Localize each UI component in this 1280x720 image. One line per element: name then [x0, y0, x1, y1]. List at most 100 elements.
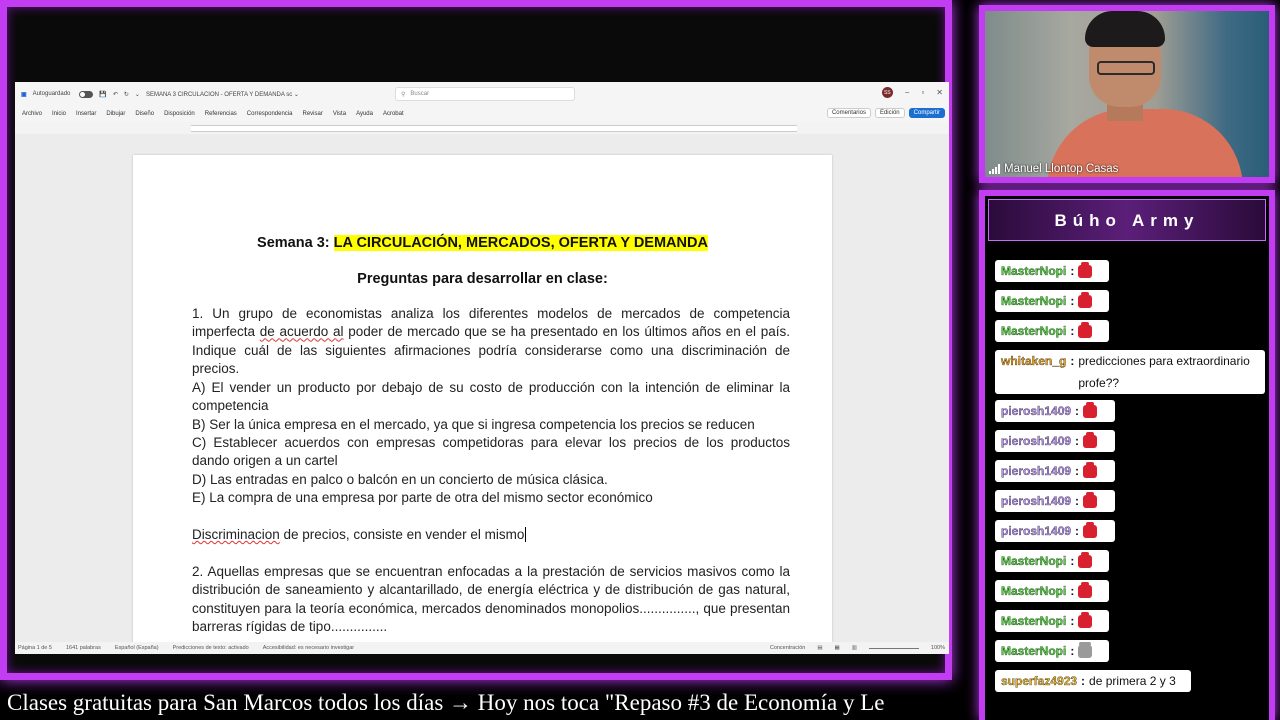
window-controls: SS − ▫ ✕ [881, 87, 943, 98]
status-predictions[interactable]: Predicciones de texto: activado [173, 645, 249, 651]
autosave-toggle[interactable] [76, 90, 94, 98]
close-icon[interactable]: ✕ [936, 88, 943, 97]
share-button[interactable]: Compartir [908, 108, 945, 118]
chat-message: whitaken_g: predicciones para extraordina… [995, 350, 1265, 394]
note-misspelled: Discriminacion [192, 527, 280, 542]
chat-separator: : [1075, 494, 1080, 508]
chat-username[interactable]: pierosh1409 [1001, 524, 1071, 538]
tab-inicio[interactable]: Inicio [52, 111, 66, 117]
note-text: de precios, consiste en vender el mismo [279, 527, 525, 542]
minimize-icon[interactable]: − [905, 88, 910, 97]
red-emote-icon [1078, 581, 1093, 598]
chat-username[interactable]: MasterNopi [1001, 644, 1067, 658]
tab-correspondencia[interactable]: Correspondencia [247, 111, 293, 117]
chat-separator: : [1070, 294, 1075, 308]
ribbon-tabs: Archivo Inicio Insertar Dibujar Diseño D… [15, 106, 949, 122]
chat-panel: Búho Army MasterNopi: MasterNopi: MasterNo… [979, 190, 1275, 720]
tab-vista[interactable]: Vista [333, 111, 346, 117]
chat-message: pierosh1409: [995, 520, 1115, 542]
title-bar: ▣ Autoguardado 💾 ↶ ↻ ⌄ SEMANA 3 CIRCULAC… [15, 82, 949, 106]
chat-text: de primera 2 y 3 [1089, 674, 1176, 688]
doc-subheading: Preguntas para desarrollar en clase: [357, 271, 608, 287]
spelling-mark: de acuerdo al [259, 324, 344, 340]
chat-username[interactable]: MasterNopi [1001, 324, 1067, 338]
document-page[interactable]: Semana 3: LA CIRCULACIÓN, MERCADOS, OFER… [133, 155, 832, 654]
red-emote-icon [1078, 291, 1093, 308]
chat-username[interactable]: pierosh1409 [1001, 434, 1071, 448]
chat-username[interactable]: pierosh1409 [1001, 494, 1071, 508]
tab-referencias[interactable]: Referencias [205, 111, 237, 117]
chat-username[interactable]: MasterNopi [1001, 614, 1067, 628]
zoom-slider[interactable] [868, 647, 919, 649]
tab-diseno[interactable]: Diseño [135, 111, 154, 117]
tab-archivo[interactable]: Archivo [22, 111, 42, 117]
undo-icon[interactable]: ↶ [113, 91, 118, 98]
chat-username[interactable]: MasterNopi [1001, 294, 1067, 308]
avatar[interactable]: SS [881, 87, 893, 98]
comments-button[interactable]: Comentarios [826, 108, 871, 118]
text-cursor [525, 527, 527, 542]
ruler[interactable] [15, 122, 949, 134]
news-ticker: Clases gratuitas para San Marcos todos l… [7, 690, 885, 715]
status-words[interactable]: 1641 palabras [66, 645, 101, 651]
tab-dibujar[interactable]: Dibujar [106, 111, 125, 117]
status-accessibility[interactable]: Accesibilidad: es necesario investigar [263, 645, 354, 651]
search-input[interactable]: ⚲ Buscar [395, 87, 575, 101]
chat-separator: : [1075, 404, 1080, 418]
red-emote-icon [1083, 401, 1098, 418]
chat-username[interactable]: whitaken_g [1001, 350, 1067, 372]
chat-text: predicciones para extraordinario profe?? [1078, 354, 1250, 390]
web-layout-icon[interactable]: ▥ [852, 645, 857, 651]
focus-button[interactable]: Concentración [770, 645, 805, 651]
chat-message: pierosh1409: [995, 430, 1115, 452]
red-emote-icon [1083, 431, 1098, 448]
chat-username[interactable]: pierosh1409 [1001, 404, 1071, 418]
chat-separator: : [1081, 674, 1086, 688]
maximize-icon[interactable]: ▫ [921, 88, 924, 97]
status-language[interactable]: Español (España) [115, 645, 159, 651]
chat-message: pierosh1409: [995, 460, 1115, 482]
red-emote-icon [1078, 321, 1093, 338]
redo-icon[interactable]: ↻ [124, 91, 129, 98]
word-icon: ▣ [21, 91, 27, 98]
save-icon[interactable]: 💾 [99, 91, 106, 98]
webcam-frame: Manuel Llontop Casas [979, 5, 1275, 183]
print-layout-icon[interactable]: ▦ [835, 645, 840, 651]
chat-separator: : [1070, 264, 1075, 278]
tab-ayuda[interactable]: Ayuda [356, 111, 373, 117]
chat-separator: : [1070, 554, 1075, 568]
option-d: D) Las entradas en palco o balcón en un … [192, 472, 608, 487]
tab-insertar[interactable]: Insertar [76, 111, 96, 117]
document-title[interactable]: SEMANA 3 CIRCULACION - OFERTA Y DEMANDA … [146, 91, 299, 98]
chat-separator: : [1070, 354, 1075, 368]
chat-separator: : [1075, 524, 1080, 538]
option-a: A) El vender un producto por debajo de s… [192, 380, 790, 414]
chat-username[interactable]: superfaz4923 [1001, 674, 1077, 688]
red-emote-icon [1083, 521, 1098, 538]
tab-acrobat[interactable]: Acrobat [383, 111, 404, 117]
chat-username[interactable]: pierosh1409 [1001, 464, 1071, 478]
red-emote-icon [1083, 461, 1098, 478]
presenter-glasses [1097, 61, 1155, 75]
chat-title: Búho Army [988, 199, 1266, 241]
qat-more-icon[interactable]: ⌄ [135, 91, 140, 98]
status-bar: Página 1 de 5 1641 palabras Español (Esp… [15, 642, 949, 654]
chat-message: MasterNopi: [995, 640, 1109, 662]
teacher-note: Discriminacion de precios, consiste en v… [192, 526, 790, 544]
chat-username[interactable]: MasterNopi [1001, 584, 1067, 598]
chat-separator: : [1075, 434, 1080, 448]
chat-username[interactable]: MasterNopi [1001, 554, 1067, 568]
option-b: B) Ser la única empresa en el mercado, y… [192, 417, 755, 432]
chat-username[interactable]: MasterNopi [1001, 264, 1067, 278]
chat-separator: : [1075, 464, 1080, 478]
chat-message: MasterNopi: [995, 260, 1109, 282]
zoom-level[interactable]: 100% [931, 645, 945, 651]
status-page[interactable]: Página 1 de 5 [18, 645, 52, 651]
read-mode-icon[interactable]: ▤ [817, 645, 822, 651]
editing-mode-button[interactable]: Edición [874, 108, 905, 118]
ribbon-actions: Comentarios Edición Compartir [826, 108, 945, 118]
presenter-name: Manuel Llontop Casas [1004, 163, 1119, 175]
tab-disposicion[interactable]: Disposición [164, 111, 195, 117]
document-canvas: Semana 3: LA CIRCULACIÓN, MERCADOS, OFER… [15, 134, 949, 654]
tab-revisar[interactable]: Revisar [302, 111, 322, 117]
